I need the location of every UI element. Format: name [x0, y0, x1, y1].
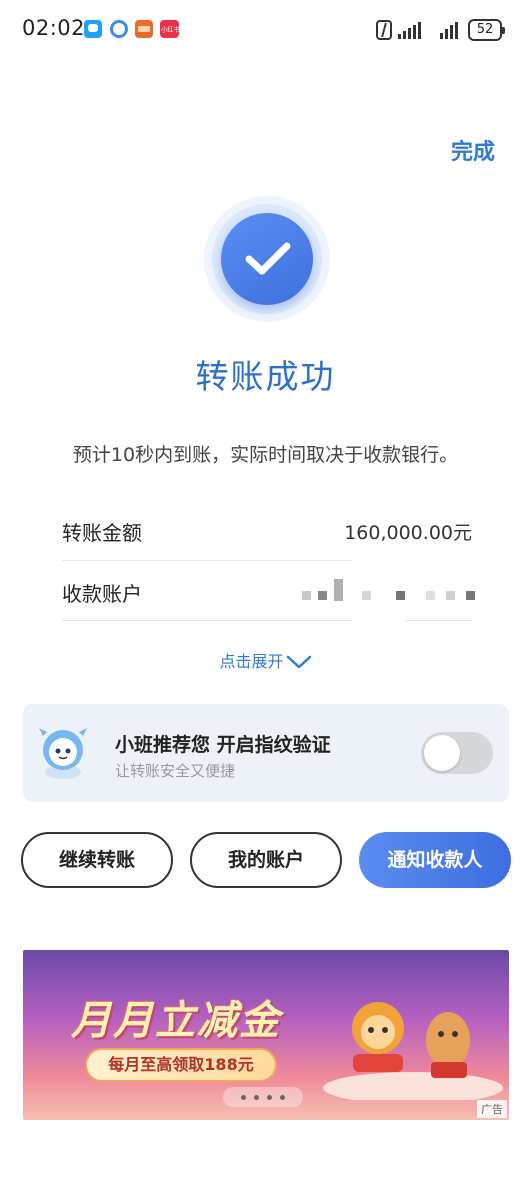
- amount-value: 160,000.00元: [344, 522, 472, 544]
- nfc-icon: [376, 20, 392, 40]
- account-row: 收款账户: [62, 561, 475, 621]
- fingerprint-promo-card: 小班推荐您 开启指纹验证 让转账安全又便捷: [23, 704, 509, 802]
- signal-icon: [398, 21, 421, 39]
- card-app-icon: [135, 20, 153, 38]
- notify-recipient-button[interactable]: 通知收款人: [359, 832, 511, 888]
- toggle-knob: [424, 735, 460, 771]
- ad-banner[interactable]: 月月立减金 每月至高领取188元 广告: [23, 950, 509, 1120]
- status-bar: 02:02 小红书 52: [0, 0, 531, 60]
- fingerprint-toggle[interactable]: [421, 732, 493, 774]
- carousel-dots: [223, 1087, 303, 1107]
- mascot-icon: [39, 728, 87, 779]
- ad-tag: 广告: [477, 1100, 507, 1118]
- result-subtitle: 预计10秒内到账，实际时间取决于收款银行。: [72, 444, 459, 466]
- expand-label: 点击展开: [219, 652, 284, 671]
- signal-icon: [440, 21, 458, 39]
- continue-transfer-button[interactable]: 继续转账: [21, 832, 173, 888]
- expand-button[interactable]: 点击展开: [0, 648, 531, 672]
- check-icon: [221, 213, 313, 305]
- promo-title: 小班推荐您 开启指纹验证: [115, 734, 331, 756]
- done-button[interactable]: 完成: [451, 134, 495, 166]
- my-account-button[interactable]: 我的账户: [190, 832, 342, 888]
- page-title: 转账成功: [195, 357, 336, 396]
- divider: [62, 620, 352, 621]
- ad-illustration: [323, 1002, 503, 1100]
- status-time: 02:02: [22, 16, 86, 40]
- success-badge: [204, 196, 330, 322]
- promo-subtitle: 让转账安全又便捷: [115, 762, 236, 780]
- amount-label: 转账金额: [62, 521, 142, 545]
- red-app-label: 小红书: [161, 25, 180, 34]
- red-app-icon: 小红书: [160, 20, 180, 38]
- message-app-icon: [84, 20, 102, 38]
- globe-app-icon: [110, 20, 128, 38]
- account-label: 收款账户: [62, 582, 142, 606]
- chevron-down-icon: [286, 655, 311, 669]
- ad-title: 月月立减金: [71, 998, 281, 1044]
- ad-pill: 每月至高领取188元: [85, 1048, 277, 1082]
- amount-row: 转账金额 160,000.00元: [62, 500, 472, 560]
- battery-icon: 52: [468, 19, 505, 41]
- divider: [404, 620, 472, 621]
